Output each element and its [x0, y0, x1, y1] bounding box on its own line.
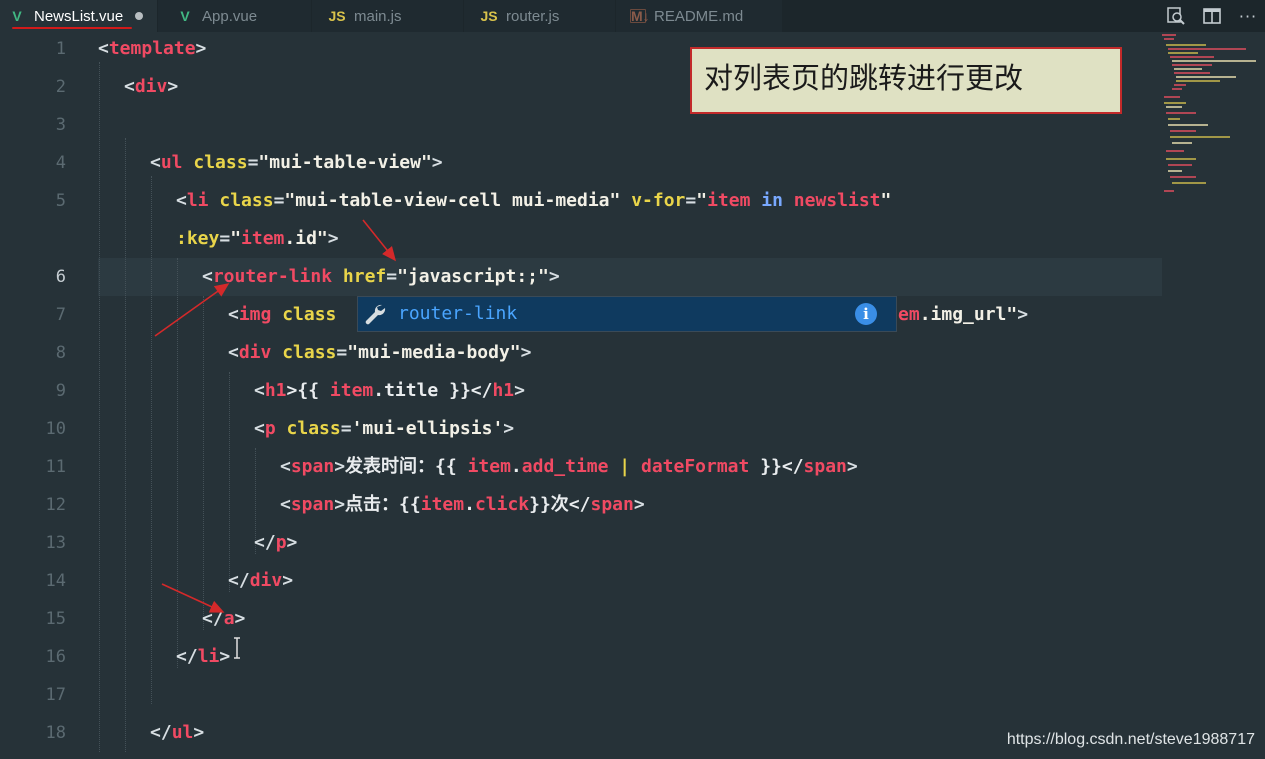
- indent-guide: [203, 296, 204, 630]
- vue-icon: V: [180, 8, 190, 24]
- line-number: 11: [45, 457, 66, 477]
- line-number: 6: [55, 267, 66, 287]
- tab-bar: V NewsList.vue V App.vue JS main.js JS r…: [0, 0, 1265, 32]
- code-line-10[interactable]: <p class='mui-ellipsis'>: [254, 410, 514, 448]
- tab-label: App.vue: [202, 7, 258, 25]
- tab-label: NewsList.vue: [34, 7, 124, 25]
- indent-guide: [151, 176, 152, 704]
- tab-label: router.js: [506, 7, 560, 25]
- code-line-18[interactable]: </ul>: [150, 714, 204, 752]
- code-line-12[interactable]: <span>点击：{{item.click}}次</span>: [280, 486, 645, 524]
- line-number: 13: [45, 533, 66, 553]
- code-line-4[interactable]: <ul class="mui-table-view">: [150, 144, 443, 182]
- code-line-5-wrap[interactable]: :key="item.id">: [176, 220, 339, 258]
- code-line-6[interactable]: <router-link href="javascript:;">: [202, 258, 560, 296]
- tab-main-js[interactable]: JS main.js: [312, 0, 463, 32]
- indent-guide: [177, 258, 178, 668]
- tab-router-js[interactable]: JS router.js: [464, 0, 615, 32]
- tab-label: README.md: [654, 7, 744, 25]
- line-number: 2: [55, 77, 66, 97]
- tab-readme-md[interactable]: M↓ README.md: [616, 0, 782, 32]
- line-number: 17: [45, 685, 66, 705]
- indent-guide: [125, 138, 126, 752]
- js-icon: JS: [480, 8, 498, 24]
- code-line-9[interactable]: <h1>{{ item.title }}</h1>: [254, 372, 525, 410]
- indent-guide: [229, 372, 230, 592]
- js-icon: JS: [328, 8, 346, 24]
- code-line-16[interactable]: </li>: [176, 638, 230, 676]
- code-line-15[interactable]: </a>: [202, 600, 245, 638]
- line-number: 8: [55, 343, 66, 363]
- code-line-5[interactable]: <li class="mui-table-view-cell mui-media…: [176, 182, 891, 220]
- markdown-icon: M↓: [630, 8, 650, 24]
- more-actions-icon[interactable]: ···: [1237, 5, 1259, 27]
- autocomplete-popup[interactable]: router-link i: [357, 296, 897, 332]
- minimap[interactable]: [1160, 32, 1260, 202]
- watermark: https://blog.csdn.net/steve1988717: [1006, 731, 1255, 748]
- split-editor-icon[interactable]: [1201, 5, 1223, 27]
- indent-guide: [99, 62, 100, 752]
- line-number: 5: [55, 191, 66, 211]
- find-in-files-icon[interactable]: [1165, 5, 1187, 27]
- info-icon[interactable]: i: [855, 303, 877, 325]
- wrench-icon: [365, 304, 386, 325]
- code-editor[interactable]: 1 2 3 4 5 6 7 8 9 10 11 12 13 14 15 16 1…: [0, 32, 1265, 759]
- vue-icon: V: [12, 8, 22, 24]
- code-line-14[interactable]: </div>: [228, 562, 293, 600]
- code-line-13[interactable]: </p>: [254, 524, 297, 562]
- line-number: 7: [55, 305, 66, 325]
- line-number: 1: [55, 39, 66, 59]
- line-number: 15: [45, 609, 66, 629]
- line-number: 3: [55, 115, 66, 135]
- unsaved-dot-icon: [135, 12, 144, 20]
- line-number: 18: [45, 723, 66, 743]
- autocomplete-item[interactable]: router-link i: [358, 297, 896, 331]
- autocomplete-label: router-link: [398, 303, 518, 324]
- line-number: 14: [45, 571, 66, 591]
- editor-toolbar: ···: [1151, 0, 1259, 32]
- code-line-1[interactable]: <template>: [98, 30, 206, 68]
- code-line-7-tail[interactable]: em.img_url">: [898, 296, 1028, 334]
- annotation-callout: 对列表页的跳转进行更改: [690, 47, 1122, 114]
- line-number: 12: [45, 495, 66, 515]
- line-number: 10: [45, 419, 66, 439]
- code-line-7[interactable]: <img class: [228, 296, 336, 334]
- code-line-2[interactable]: <div>: [124, 68, 178, 106]
- tab-app-vue[interactable]: V App.vue: [158, 0, 311, 32]
- tab-underline-annotation: [12, 27, 132, 29]
- text-cursor-icon: [234, 637, 240, 659]
- line-number: 16: [45, 647, 66, 667]
- line-number: 4: [55, 153, 66, 173]
- code-line-8[interactable]: <div class="mui-media-body">: [228, 334, 531, 372]
- editor-window: V NewsList.vue V App.vue JS main.js JS r…: [0, 0, 1265, 759]
- code-line-11[interactable]: <span>发表时间：{{ item.add_time | dateFormat…: [280, 448, 858, 486]
- line-number: 9: [55, 381, 66, 401]
- tab-label: main.js: [354, 7, 402, 25]
